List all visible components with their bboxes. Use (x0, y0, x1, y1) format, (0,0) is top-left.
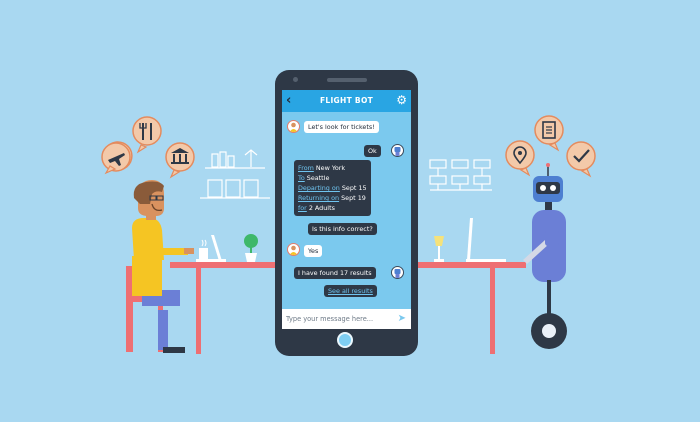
desk-lamp (434, 236, 444, 262)
right-flowchart (429, 159, 492, 191)
home-button[interactable] (337, 332, 353, 348)
left-desk (170, 262, 276, 354)
plane-icon (101, 141, 133, 175)
right-laptop (466, 218, 506, 262)
coffee-cup (199, 239, 208, 260)
returning-label: Returning on (298, 194, 340, 202)
departing-label: Departing on (298, 184, 340, 192)
message-input[interactable] (286, 312, 391, 326)
bank-icon (165, 142, 195, 179)
returning-row: Returning on Sept 19 (298, 193, 367, 203)
to-value: Seattle (304, 174, 330, 182)
user-avatar (287, 243, 300, 256)
passengers-label: for (298, 204, 307, 212)
send-icon[interactable]: ➤ (398, 312, 406, 325)
message-bubble: I have found 17 results (294, 267, 376, 279)
from-label: From (298, 164, 314, 172)
checkmark-icon (566, 141, 596, 178)
chat-screen: ‹ FLIGHT BOT ⚙ Let's look for tickets! O… (282, 90, 411, 329)
map-pin-icon (505, 140, 535, 177)
message-input-bar: ➤ (282, 309, 411, 329)
app-header: ‹ FLIGHT BOT ⚙ (282, 90, 411, 112)
departing-value: Sept 15 (339, 184, 367, 192)
message-bubble: Let's look for tickets! (304, 121, 379, 133)
gear-icon[interactable]: ⚙ (396, 92, 407, 108)
bot-avatar (391, 266, 404, 279)
smartphone: ‹ FLIGHT BOT ⚙ Let's look for tickets! O… (275, 70, 418, 356)
bot-avatar (391, 144, 404, 157)
phone-speaker (327, 78, 367, 82)
message-bubble: Ok (364, 145, 381, 157)
plant (244, 234, 258, 262)
from-row: From New York (298, 163, 367, 173)
app-title: FLIGHT BOT (319, 96, 374, 105)
left-shelf (200, 149, 270, 199)
restaurant-icon (132, 116, 162, 154)
illustration-scene: ‹ FLIGHT BOT ⚙ Let's look for tickets! O… (0, 0, 700, 422)
to-label: To (298, 174, 305, 182)
document-icon (534, 115, 564, 152)
phone-camera (293, 77, 298, 82)
passengers-row: for 2 Adults (298, 203, 367, 213)
booking-summary: From New York To Seattle Departing on Se… (294, 160, 371, 216)
message-bubble: Yes (304, 245, 323, 257)
user-avatar (287, 120, 300, 133)
message-bubble: Is this info correct? (308, 223, 377, 235)
passengers-value: 2 Adults (306, 204, 335, 212)
see-all-results-link[interactable]: See all results (324, 285, 377, 297)
right-desk (418, 262, 526, 354)
from-value: New York (313, 164, 346, 172)
to-row: To Seattle (298, 173, 367, 183)
robot (523, 163, 567, 349)
returning-value: Sept 19 (339, 194, 366, 202)
departing-row: Departing on Sept 15 (298, 183, 367, 193)
